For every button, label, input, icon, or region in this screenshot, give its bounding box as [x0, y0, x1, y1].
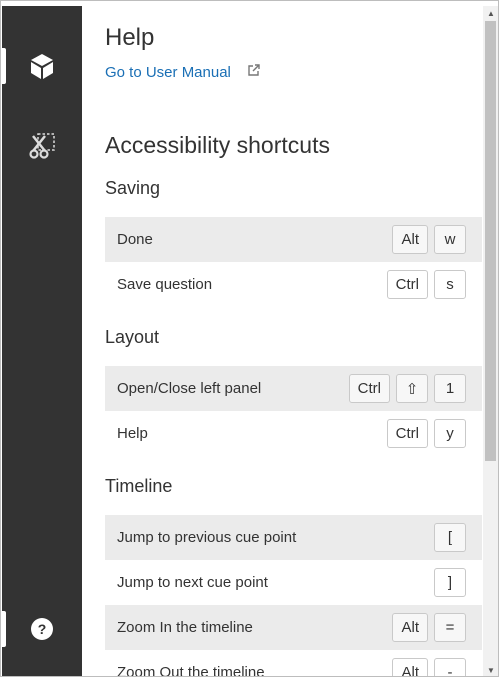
- key-cap: w: [434, 225, 466, 254]
- user-manual-link-label: Go to User Manual: [105, 63, 231, 81]
- sidebar-item-cube[interactable]: [2, 46, 82, 86]
- key-cap: ]: [434, 568, 466, 597]
- shortcut-row: Zoom In the timeline Alt =: [105, 605, 482, 650]
- shortcut-label: Zoom In the timeline: [117, 619, 253, 636]
- cube-icon: [29, 52, 55, 80]
- shortcut-row: Done Alt w: [105, 217, 482, 262]
- key-cap: Ctrl: [386, 419, 428, 448]
- group-title-timeline: Timeline: [105, 476, 173, 496]
- shortcut-row: Jump to next cue point ]: [105, 560, 482, 605]
- shortcut-keys: ]: [434, 568, 482, 597]
- scroll-up-arrow[interactable]: ▲: [483, 6, 498, 20]
- scroll-down-arrow[interactable]: ▼: [483, 663, 498, 676]
- shortcut-keys: Ctrl y: [386, 419, 482, 448]
- sidebar-item-cut[interactable]: [2, 126, 82, 166]
- shortcut-row: Open/Close left panel Ctrl ⇧ 1: [105, 366, 482, 411]
- section-title: Accessibility shortcuts: [105, 132, 330, 158]
- external-link-icon: [247, 63, 261, 81]
- help-window: ? Help Go to User Manual Accessibility s…: [0, 0, 499, 677]
- help-icon-glyph: ?: [38, 621, 47, 637]
- key-cap: Alt: [392, 225, 428, 254]
- shortcut-keys: Ctrl s: [386, 270, 482, 299]
- shortcut-row: Jump to previous cue point [: [105, 515, 482, 560]
- left-sidebar: ?: [2, 6, 82, 676]
- shortcut-label: Zoom Out the timeline: [117, 664, 265, 677]
- shortcut-label: Jump to next cue point: [117, 574, 268, 591]
- shortcut-label: Help: [117, 425, 148, 442]
- key-cap: Ctrl: [386, 270, 428, 299]
- key-cap: [: [434, 523, 466, 552]
- group-title-saving: Saving: [105, 178, 161, 198]
- help-panel: Help Go to User Manual Accessibility sho…: [82, 6, 483, 677]
- shortcut-keys: Ctrl ⇧ 1: [348, 374, 482, 403]
- help-icon: ?: [30, 617, 54, 641]
- shortcut-keys: Alt -: [392, 658, 482, 676]
- shortcut-keys: Alt w: [392, 225, 482, 254]
- key-cap: -: [434, 658, 466, 676]
- shortcut-keys: [: [434, 523, 482, 552]
- shortcut-label: Save question: [117, 276, 213, 293]
- shortcut-row: Save question Ctrl s: [105, 262, 482, 307]
- key-cap: =: [434, 613, 466, 642]
- key-cap: 1: [434, 374, 466, 403]
- sidebar-item-help[interactable]: ?: [2, 609, 82, 649]
- shortcut-row: Help Ctrl y: [105, 411, 482, 456]
- vertical-scrollbar[interactable]: ▲ ▼: [483, 6, 498, 676]
- key-cap: s: [434, 270, 466, 299]
- key-cap: Alt: [392, 613, 428, 642]
- scissors-icon: [28, 132, 56, 160]
- key-cap: y: [434, 419, 466, 448]
- key-cap: ⇧: [396, 374, 428, 403]
- page-title: Help: [105, 24, 155, 51]
- shortcut-label: Done: [117, 231, 153, 248]
- user-manual-link[interactable]: Go to User Manual: [105, 63, 261, 81]
- shortcut-label: Jump to previous cue point: [117, 529, 297, 546]
- scroll-thumb[interactable]: [485, 21, 496, 461]
- group-title-layout: Layout: [105, 327, 160, 347]
- shortcut-keys: Alt =: [392, 613, 482, 642]
- shortcut-label: Open/Close left panel: [117, 380, 262, 397]
- key-cap: Ctrl: [348, 374, 390, 403]
- key-cap: Alt: [392, 658, 428, 676]
- shortcut-row: Zoom Out the timeline Alt -: [105, 650, 482, 677]
